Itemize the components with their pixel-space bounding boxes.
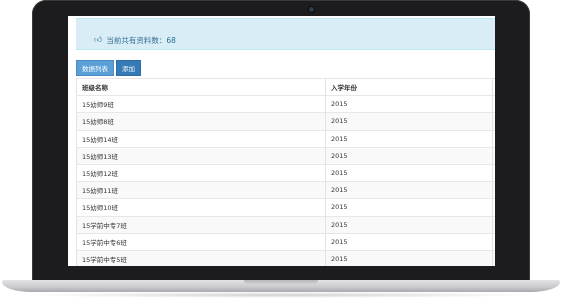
row-action-icon[interactable]: ⊕ <box>493 113 495 129</box>
row-action-icon[interactable]: ⊕ <box>493 234 495 250</box>
enroll-year-cell: 2015 <box>326 216 493 233</box>
row-action-icon[interactable]: ⊕ <box>493 182 495 198</box>
column-header-enroll-year[interactable]: 入学年份 <box>326 79 493 96</box>
toolbar: 数据列表 添加 <box>76 60 141 76</box>
table-row[interactable]: 15幼师9班2015⊕ <box>76 96 495 114</box>
enroll-year-cell: 2015 <box>326 113 493 130</box>
class-name-cell: 15幼师13班 <box>76 147 326 164</box>
column-header-class-name[interactable]: 班级名称 <box>76 79 326 96</box>
class-name-cell: 15幼师8班 <box>76 113 326 130</box>
class-name-cell: 15幼师11班 <box>76 182 326 199</box>
laptop-screen: 👍︎ 当前共有资料数：68 数据列表 添加 班级名称 入学年份 ⚙ 15幼师9班… <box>68 16 495 266</box>
enroll-year-cell: 2015 <box>326 96 493 113</box>
row-action-icon[interactable]: ⊕ <box>493 251 495 266</box>
table-row[interactable]: 15幼师8班2015⊕ <box>76 113 495 131</box>
table-row[interactable]: 15幼师10班2015⊕ <box>76 199 495 217</box>
record-count-text: 当前共有资料数：68 <box>106 35 176 45</box>
enroll-year-cell: 2015 <box>326 130 493 147</box>
enroll-year-cell: 2015 <box>326 164 493 182</box>
enroll-year-cell: 2015 <box>326 250 493 266</box>
webcam-icon <box>309 7 314 12</box>
class-name-cell: 15幼师14班 <box>76 130 326 147</box>
row-action-icon[interactable]: ⊕ <box>493 148 495 164</box>
row-action-icon[interactable]: ⊕ <box>493 96 495 112</box>
laptop-shadow <box>20 292 542 298</box>
row-action-icon[interactable]: ⊕ <box>493 217 495 233</box>
table-row[interactable]: 15学前中专7班2015⊕ <box>76 216 495 234</box>
enroll-year-cell: 2015 <box>326 147 493 164</box>
row-action-icon[interactable]: ⊕ <box>493 131 495 147</box>
laptop-notch <box>244 280 318 285</box>
table-row[interactable]: 15幼师14班2015⊕ <box>76 130 495 148</box>
table-row[interactable]: 15幼师13班2015⊕ <box>76 147 495 165</box>
thumbs-up-icon: 👍︎ <box>94 35 103 44</box>
record-count-alert: 👍︎ 当前共有资料数：68 <box>76 18 495 50</box>
row-action-icon[interactable]: ⊕ <box>493 165 495 181</box>
table-row[interactable]: 15学前中专6班2015⊕ <box>76 233 495 251</box>
class-name-cell: 15幼师9班 <box>76 96 326 113</box>
class-name-cell: 15学前中专7班 <box>76 216 326 233</box>
data-list-button[interactable]: 数据列表 <box>76 60 114 76</box>
class-name-cell: 15幼师12班 <box>76 164 326 182</box>
table-row[interactable]: 15幼师12班2015⊕ <box>76 164 495 183</box>
class-name-cell: 15幼师10班 <box>76 199 326 216</box>
table-row[interactable]: 15学前中专5班2015⊕ <box>76 250 495 266</box>
enroll-year-cell: 2015 <box>326 233 493 250</box>
table-header-row: 班级名称 入学年份 ⚙ <box>76 79 495 97</box>
class-name-cell: 15学前中专5班 <box>76 250 326 266</box>
class-name-cell: 15学前中专6班 <box>76 233 326 250</box>
row-action-icon[interactable]: ⊕ <box>493 199 495 215</box>
add-button[interactable]: 添加 <box>116 60 141 76</box>
table-row[interactable]: 15幼师11班2015⊕ <box>76 182 495 200</box>
enroll-year-cell: 2015 <box>326 182 493 199</box>
column-header-actions: ⚙ <box>493 79 495 95</box>
class-table: 班级名称 入学年份 ⚙ 15幼师9班2015⊕15幼师8班2015⊕15幼师14… <box>76 78 495 266</box>
enroll-year-cell: 2015 <box>326 199 493 216</box>
